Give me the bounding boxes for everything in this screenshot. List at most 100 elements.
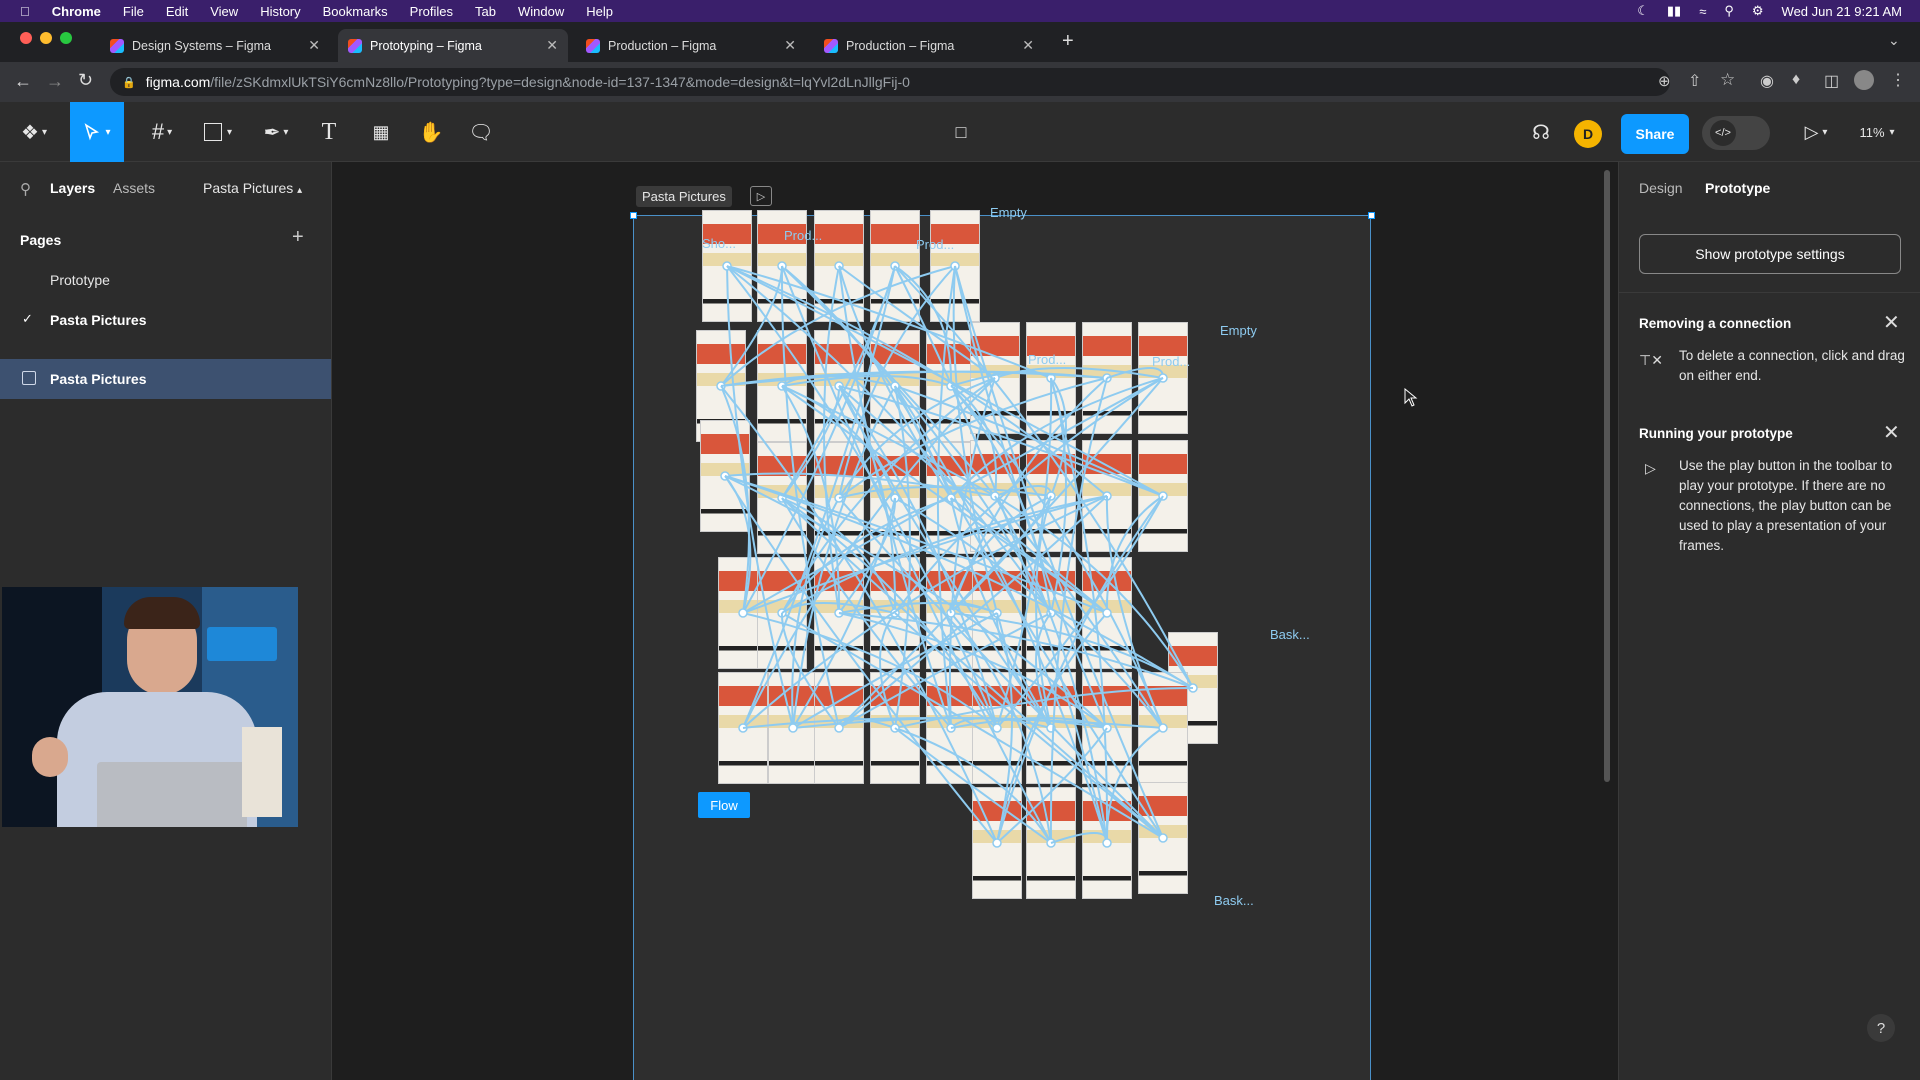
tab-close-icon[interactable]: ✕ xyxy=(546,37,558,54)
bookmark-star-icon[interactable]: ☆ xyxy=(1720,70,1735,90)
window-zoom-dot[interactable] xyxy=(60,32,72,44)
connection-handle[interactable] xyxy=(993,724,1001,732)
url-bar[interactable]: 🔒 figma.com/file/zSKdmxlUkTSiY6cmNz8llo/… xyxy=(110,68,1670,96)
connection-handle[interactable] xyxy=(789,724,797,732)
profile-avatar[interactable] xyxy=(1854,70,1874,90)
text-tool-icon[interactable]: T xyxy=(314,102,344,162)
tab-prototype[interactable]: Prototype xyxy=(1705,180,1770,196)
prototype-connections[interactable] xyxy=(332,162,1618,1080)
figma-favicon-icon xyxy=(824,39,838,53)
figma-toolbar: ❖▾ ▾ #▾ ▾ ✒▾ T ▦ ✋ 🗨 □ ☊ D Share </> ▷▾ … xyxy=(0,102,1920,162)
dev-mode-toggle[interactable]: </> xyxy=(1702,116,1770,150)
apple-icon[interactable]:  xyxy=(20,4,30,19)
tab-design-systems[interactable]: Design Systems – Figma ✕ xyxy=(100,29,330,62)
hand-tool-icon[interactable]: ✋ xyxy=(414,102,448,162)
wifi-icon[interactable]: ≈ xyxy=(1699,4,1706,19)
extension-icon[interactable]: ◉ xyxy=(1760,71,1774,91)
menu-profiles[interactable]: Profiles xyxy=(410,4,453,19)
share-button[interactable]: Share xyxy=(1621,114,1689,154)
connection-line[interactable] xyxy=(721,386,749,613)
flow-starting-point[interactable]: Flow xyxy=(698,792,750,818)
tab-close-icon[interactable]: ✕ xyxy=(308,37,320,54)
help-button[interactable]: ? xyxy=(1867,1014,1895,1042)
new-tab-plus-icon[interactable]: + xyxy=(1062,30,1074,53)
tab-close-icon[interactable]: ✕ xyxy=(784,37,796,54)
connection-handle[interactable] xyxy=(1159,834,1167,842)
resources-tool-icon[interactable]: ▦ xyxy=(364,102,398,162)
menu-window[interactable]: Window xyxy=(518,4,564,19)
tab-search-chevron-icon[interactable]: ⌄ xyxy=(1888,32,1900,49)
page-item-label: Prototype xyxy=(50,272,110,288)
control-center-icon[interactable]: ⚙ xyxy=(1752,3,1764,19)
chrome-menu-icon[interactable]: ⋮ xyxy=(1890,70,1906,90)
url-path: /file/zSKdmxlUkTSiY6cmNz8llo/Prototyping… xyxy=(210,74,910,90)
share-page-icon[interactable]: ⇧ xyxy=(1688,71,1701,91)
shape-tool-icon[interactable]: ▾ xyxy=(196,102,240,162)
zoom-lens-icon[interactable]: ⊕ xyxy=(1658,72,1671,90)
tab-production-1[interactable]: Production – Figma ✕ xyxy=(576,29,806,62)
figma-favicon-icon xyxy=(348,39,362,53)
battery-icon[interactable]: ▮▮ xyxy=(1667,3,1681,19)
page-switcher[interactable]: Pasta Pictures ▴ xyxy=(203,180,302,196)
audio-headphones-icon[interactable]: ☊ xyxy=(1524,102,1558,162)
sidepanel-icon[interactable]: ◫ xyxy=(1824,71,1839,91)
layer-label: Pasta Pictures xyxy=(50,371,147,387)
left-sidebar: ⚲ Layers Assets Pasta Pictures ▴ Pages +… xyxy=(0,162,332,1080)
design-canvas[interactable]: Pasta Pictures ▷ Empty Empty Bask... Bas… xyxy=(332,162,1618,1080)
menubar-clock[interactable]: Wed Jun 21 9:21 AM xyxy=(1782,4,1902,19)
menu-app-name[interactable]: Chrome xyxy=(52,4,101,19)
moon-icon[interactable]: ☾ xyxy=(1637,3,1649,19)
vertical-scrollbar[interactable] xyxy=(1604,170,1610,782)
connection-line[interactable] xyxy=(1051,833,1107,843)
page-item-pasta-pictures[interactable]: ✓ Pasta Pictures xyxy=(0,302,331,338)
move-tool-icon[interactable]: ▾ xyxy=(70,102,124,162)
reload-icon[interactable]: ↻ xyxy=(78,70,93,91)
frame-tool-icon[interactable]: #▾ xyxy=(140,102,184,162)
tab-production-2[interactable]: Production – Figma ✕ xyxy=(814,29,1044,62)
puzzle-icon[interactable]: ♦ xyxy=(1792,71,1800,89)
checkmark-icon: ✓ xyxy=(22,311,33,327)
close-icon[interactable]: ✕ xyxy=(1883,420,1900,445)
present-play-icon[interactable]: ▷▾ xyxy=(1796,102,1836,162)
menu-help[interactable]: Help xyxy=(586,4,613,19)
show-prototype-settings-button[interactable]: Show prototype settings xyxy=(1639,234,1901,274)
tab-design[interactable]: Design xyxy=(1639,180,1683,196)
dev-mode-frame-icon[interactable]: □ xyxy=(944,102,978,162)
pen-tool-icon[interactable]: ✒▾ xyxy=(254,102,298,162)
close-icon[interactable]: ✕ xyxy=(1883,310,1900,335)
layer-row-pasta-pictures[interactable]: Pasta Pictures xyxy=(0,359,331,399)
add-page-plus-icon[interactable]: + xyxy=(292,226,304,249)
connection-line[interactable] xyxy=(1107,496,1163,613)
page-item-prototype[interactable]: Prototype xyxy=(0,262,331,298)
window-minimize-dot[interactable] xyxy=(40,32,52,44)
window-close-dot[interactable] xyxy=(20,32,32,44)
connection-handle[interactable] xyxy=(739,609,747,617)
menu-bookmarks[interactable]: Bookmarks xyxy=(323,4,388,19)
back-arrow-icon[interactable]: ← xyxy=(14,71,32,92)
menu-file[interactable]: File xyxy=(123,4,144,19)
figma-favicon-icon xyxy=(586,39,600,53)
connection-handle[interactable] xyxy=(835,724,843,732)
comment-tool-icon[interactable]: 🗨 xyxy=(464,102,498,162)
zoom-dropdown[interactable]: 11%▾ xyxy=(1852,102,1902,162)
connection-handle[interactable] xyxy=(993,839,1001,847)
menu-history[interactable]: History xyxy=(260,4,300,19)
figma-main-menu-icon[interactable]: ❖▾ xyxy=(14,102,54,162)
menu-view[interactable]: View xyxy=(210,4,238,19)
connection-handle[interactable] xyxy=(1103,609,1111,617)
spotlight-icon[interactable]: ⚲ xyxy=(1724,3,1734,19)
menu-edit[interactable]: Edit xyxy=(166,4,188,19)
page-switcher-label: Pasta Pictures xyxy=(203,180,293,196)
connection-handle[interactable] xyxy=(1159,724,1167,732)
tip-running-title: Running your prototype xyxy=(1639,426,1793,441)
pages-heading: Pages xyxy=(20,232,61,248)
forward-arrow-icon[interactable]: → xyxy=(46,71,64,92)
tab-layers[interactable]: Layers xyxy=(50,180,95,196)
user-avatar[interactable]: D xyxy=(1574,120,1602,148)
menu-tab[interactable]: Tab xyxy=(475,4,496,19)
connection-handle[interactable] xyxy=(1103,839,1111,847)
search-icon[interactable]: ⚲ xyxy=(20,180,31,198)
tab-close-icon[interactable]: ✕ xyxy=(1022,37,1034,54)
tab-assets[interactable]: Assets xyxy=(113,180,155,196)
tab-prototyping[interactable]: Prototyping – Figma ✕ xyxy=(338,29,568,62)
